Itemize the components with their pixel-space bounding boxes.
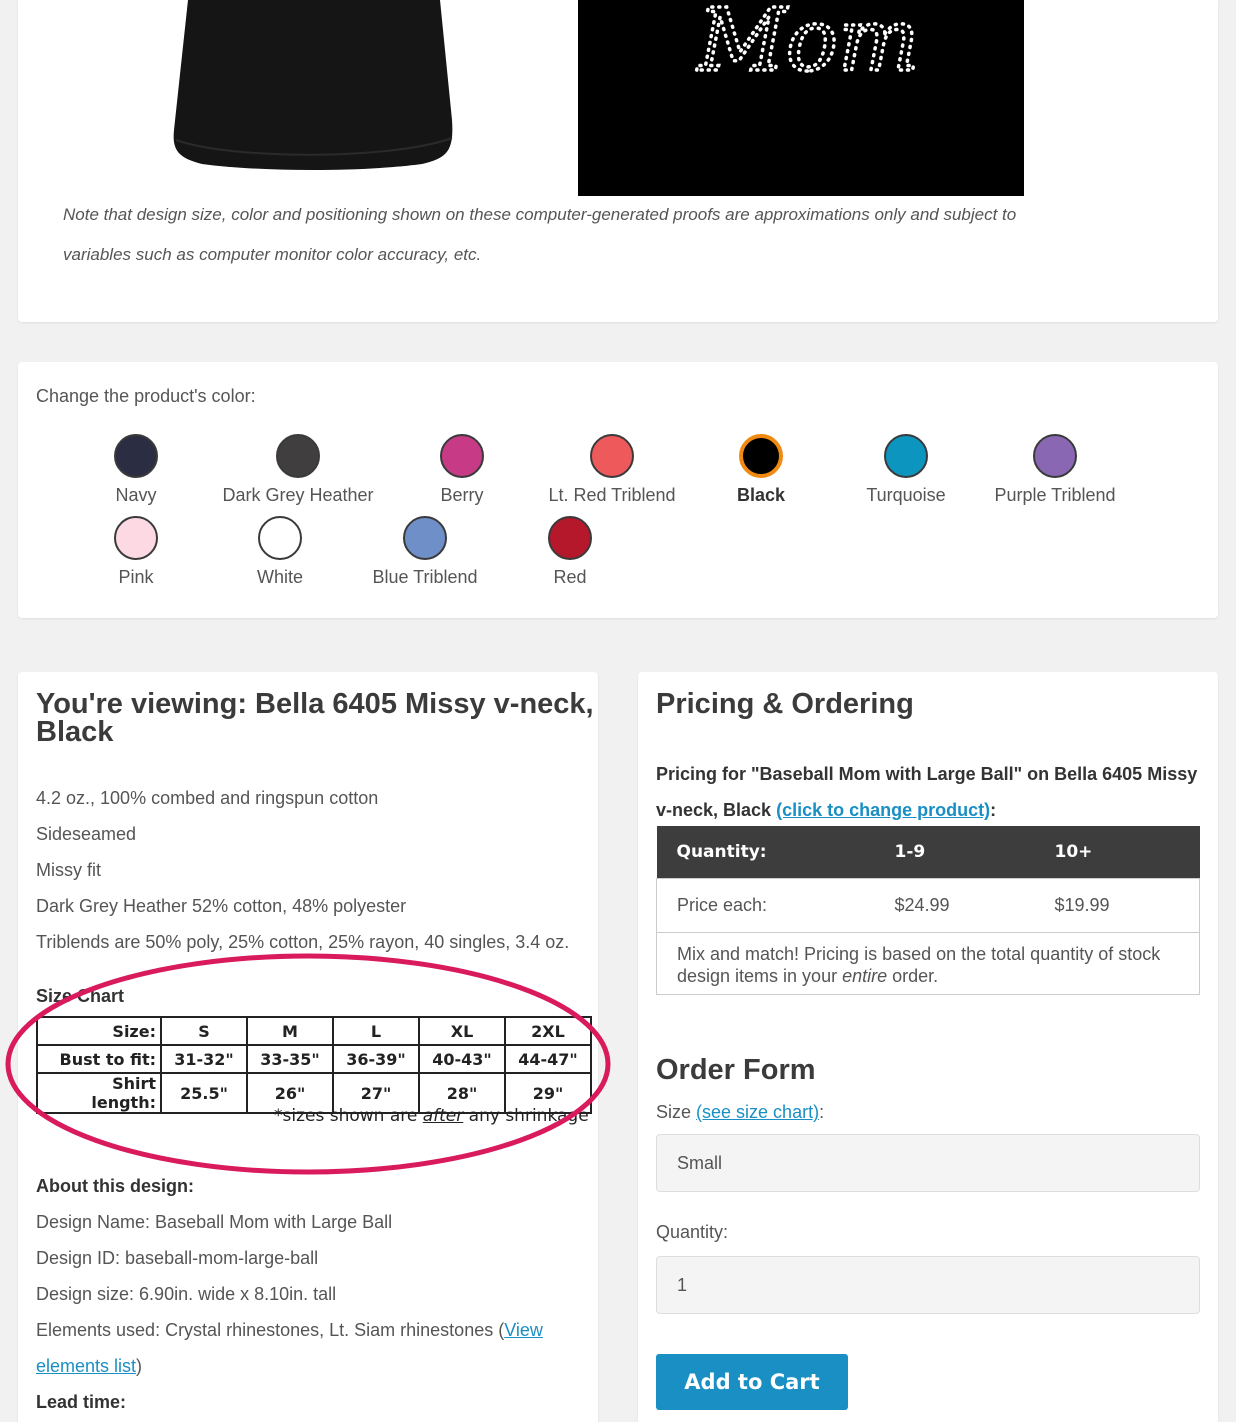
size-chart-cell: 33-35" — [246, 1044, 334, 1074]
color-label: Lt. Red Triblend — [548, 485, 676, 505]
size-chart-row-label: Size: — [36, 1016, 162, 1046]
color-swatch[interactable] — [114, 516, 158, 560]
shirt-preview-image — [173, 0, 453, 170]
feature-item: Sideseamed — [36, 824, 137, 844]
size-note-emphasis: after — [422, 1106, 464, 1126]
price-row-label: Price each: — [656, 877, 875, 933]
color-option[interactable]: Red — [485, 516, 655, 588]
size-chart-table: Size: S M L XL 2XL Bust to fit: 31-32" 3… — [36, 1016, 592, 1114]
design-proof-image: Mom — [578, 0, 1024, 196]
size-chart-row-label: Shirt length: — [36, 1072, 162, 1114]
color-swatch[interactable] — [276, 434, 320, 478]
design-name: Design Name: Baseball Mom with Large Bal… — [36, 1212, 393, 1232]
size-field-label: Size (see size chart): — [656, 1102, 824, 1123]
color-swatch[interactable] — [590, 434, 634, 478]
feature-item: Dark Grey Heather 52% cotton, 48% polyes… — [36, 896, 407, 916]
size-chart-cell: S — [160, 1016, 248, 1046]
quantity-field-label: Quantity: — [656, 1222, 729, 1242]
price-table-header: Quantity: 1-9 10+ — [656, 826, 1200, 878]
color-label: Purple Triblend — [994, 485, 1116, 505]
see-size-chart-link[interactable]: (see size chart) — [696, 1102, 819, 1122]
price-cell: $24.99 — [874, 877, 1035, 933]
color-swatch[interactable] — [739, 434, 783, 478]
elements-used-text: Elements used: Crystal rhinestones, Lt. … — [36, 1320, 505, 1340]
product-title-line1: You're viewing: Bella 6405 Missy v-neck, — [36, 688, 594, 720]
size-chart-row-label: Bust to fit: — [36, 1044, 162, 1074]
color-swatch[interactable] — [114, 434, 158, 478]
feature-item: 4.2 oz., 100% combed and ringspun cotton — [36, 788, 379, 808]
pricing-title: Pricing & Ordering — [656, 688, 914, 720]
color-label: Berry — [440, 485, 484, 505]
change-product-link[interactable]: (click to change product) — [776, 800, 990, 820]
add-to-cart-button[interactable]: Add to Cart — [656, 1354, 848, 1410]
design-script-text: Mom — [696, 0, 919, 91]
tier-header: 1-9 — [874, 826, 1035, 878]
color-option[interactable]: Navy — [51, 434, 221, 506]
size-chart-cell: 40-43" — [418, 1044, 506, 1074]
color-swatch[interactable] — [403, 516, 447, 560]
size-chart-cell: 2XL — [504, 1016, 592, 1046]
color-option[interactable]: Purple Triblend — [970, 434, 1140, 506]
size-chart-cell: XL — [418, 1016, 506, 1046]
size-select[interactable]: Small — [656, 1134, 1200, 1192]
elements-used-suffix: ) — [136, 1356, 143, 1376]
proof-disclaimer-line2: variables such as computer monitor color… — [63, 245, 482, 264]
size-note-prefix: *sizes shown are — [274, 1106, 423, 1126]
feature-item: Triblends are 50% poly, 25% cotton, 25% … — [36, 932, 570, 952]
about-design-heading: About this design: — [36, 1176, 194, 1196]
size-chart-cell: 36-39" — [332, 1044, 420, 1074]
pricing-description: Pricing for "Baseball Mom with Large Bal… — [656, 756, 1206, 828]
price-cell: $19.99 — [1034, 877, 1200, 933]
color-swatch[interactable] — [548, 516, 592, 560]
color-option[interactable]: Berry — [377, 434, 547, 506]
color-label: Dark Grey Heather — [222, 485, 374, 505]
color-swatch[interactable] — [440, 434, 484, 478]
size-label-text: Size — [656, 1102, 697, 1122]
view-elements-link[interactable]: View — [504, 1320, 543, 1340]
size-chart-heading: Size Chart — [36, 986, 125, 1006]
color-option[interactable]: Dark Grey Heather — [213, 434, 383, 506]
quantity-header: Quantity: — [656, 826, 875, 878]
price-row: Price each: $24.99 $19.99 — [656, 877, 1200, 933]
size-chart-cell: 31-32" — [160, 1044, 248, 1074]
color-label: Red — [553, 567, 587, 587]
tier-header: 10+ — [1034, 826, 1200, 878]
color-label: Navy — [115, 485, 157, 505]
view-elements-link[interactable]: elements list — [36, 1356, 136, 1376]
elements-used-cont: elements list) — [36, 1356, 142, 1377]
product-title-line2: Black — [36, 716, 114, 748]
size-chart-cell: L — [332, 1016, 420, 1046]
design-size: Design size: 6.90in. wide x 8.10in. tall — [36, 1284, 337, 1304]
price-note-row: Mix and match! Pricing is based on the t… — [656, 931, 1200, 995]
price-note-emphasis: entire — [842, 966, 888, 986]
color-option[interactable]: Lt. Red Triblend — [527, 434, 697, 506]
proof-disclaimer-line1: Note that design size, color and positio… — [63, 205, 1017, 224]
size-note-suffix: any shrinkage — [463, 1106, 589, 1126]
color-picker-heading: Change the product's color: — [36, 386, 256, 406]
design-id: Design ID: baseball-mom-large-ball — [36, 1248, 319, 1268]
color-option[interactable]: Turquoise — [821, 434, 991, 506]
order-form-title: Order Form — [656, 1054, 816, 1086]
quantity-input[interactable]: 1 — [656, 1256, 1200, 1314]
size-chart-row: Bust to fit: 31-32" 33-35" 36-39" 40-43"… — [36, 1044, 592, 1074]
feature-item: Missy fit — [36, 860, 101, 880]
color-swatch[interactable] — [258, 516, 302, 560]
size-chart-cell: 44-47" — [504, 1044, 592, 1074]
size-chart-note: *sizes shown are after any shrinkage — [274, 1106, 589, 1126]
color-swatch[interactable] — [884, 434, 928, 478]
price-table: Quantity: 1-9 10+ Price each: $24.99 $19… — [656, 826, 1200, 995]
price-note: Mix and match! Pricing is based on the t… — [656, 931, 1200, 995]
size-chart-row: Size: S M L XL 2XL — [36, 1016, 592, 1046]
size-chart-cell: M — [246, 1016, 334, 1046]
size-label-suffix: : — [819, 1102, 825, 1122]
lead-time-heading: Lead time: — [36, 1392, 127, 1412]
price-note-suffix: order. — [887, 966, 939, 986]
elements-used: Elements used: Crystal rhinestones, Lt. … — [36, 1320, 543, 1341]
color-label: Turquoise — [866, 485, 946, 505]
size-chart-cell: 25.5" — [160, 1072, 248, 1114]
color-swatch[interactable] — [1033, 434, 1077, 478]
pricing-description-suffix: : — [990, 800, 997, 820]
